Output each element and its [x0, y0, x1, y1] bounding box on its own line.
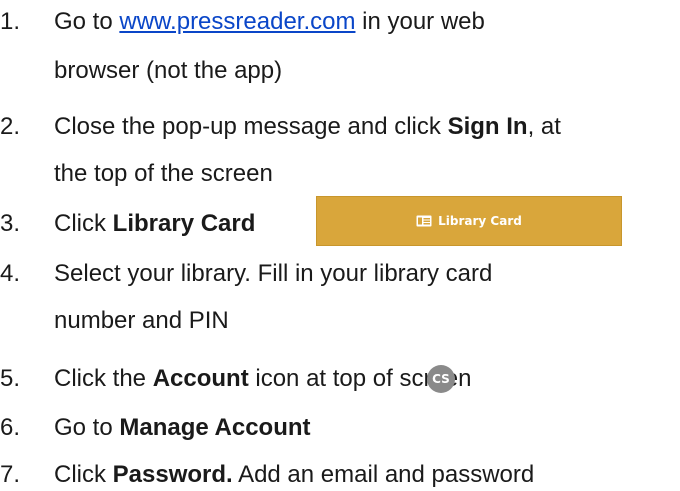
step-text: Go to: [54, 8, 120, 35]
account-avatar-icon[interactable]: CS: [427, 365, 455, 393]
step-text: in your web: [355, 8, 485, 35]
sign-in-label: Sign In: [447, 113, 528, 140]
step-text: Click: [54, 210, 113, 237]
account-label: Account: [152, 365, 249, 392]
id-card-icon: [416, 215, 432, 227]
step-text: Select your library. Fill in your librar…: [54, 260, 493, 287]
step-text: browser (not the app): [54, 57, 283, 84]
manage-account-label: Manage Account: [119, 414, 311, 441]
library-card-label: Library Card: [112, 210, 256, 237]
instruction-list: 1. Go to www.pressreader.com in your web…: [0, 0, 680, 491]
step-text: Click the: [54, 365, 153, 392]
library-card-button-label: Library Card: [438, 214, 522, 228]
library-card-button[interactable]: Library Card: [316, 196, 622, 246]
step-number: 6.: [0, 414, 21, 441]
step-text: Click: [54, 461, 113, 488]
step-text: Add an email and password: [232, 461, 535, 488]
step-number: 2.: [0, 113, 21, 140]
pressreader-link[interactable]: www.pressreader.com: [119, 6, 355, 38]
step-number: 7.: [0, 461, 21, 488]
step-text: Close the pop-up message and click: [54, 113, 448, 140]
step-number: 5.: [0, 365, 21, 392]
step-text: Go to: [54, 414, 120, 441]
step-number: 1.: [0, 8, 21, 35]
step-number: 3.: [0, 210, 21, 237]
step-text: the top of the screen: [54, 160, 273, 187]
step-text: number and PIN: [54, 307, 229, 334]
password-label: Password.: [112, 461, 233, 488]
step-number: 4.: [0, 260, 21, 287]
step-text: , at: [527, 113, 561, 140]
